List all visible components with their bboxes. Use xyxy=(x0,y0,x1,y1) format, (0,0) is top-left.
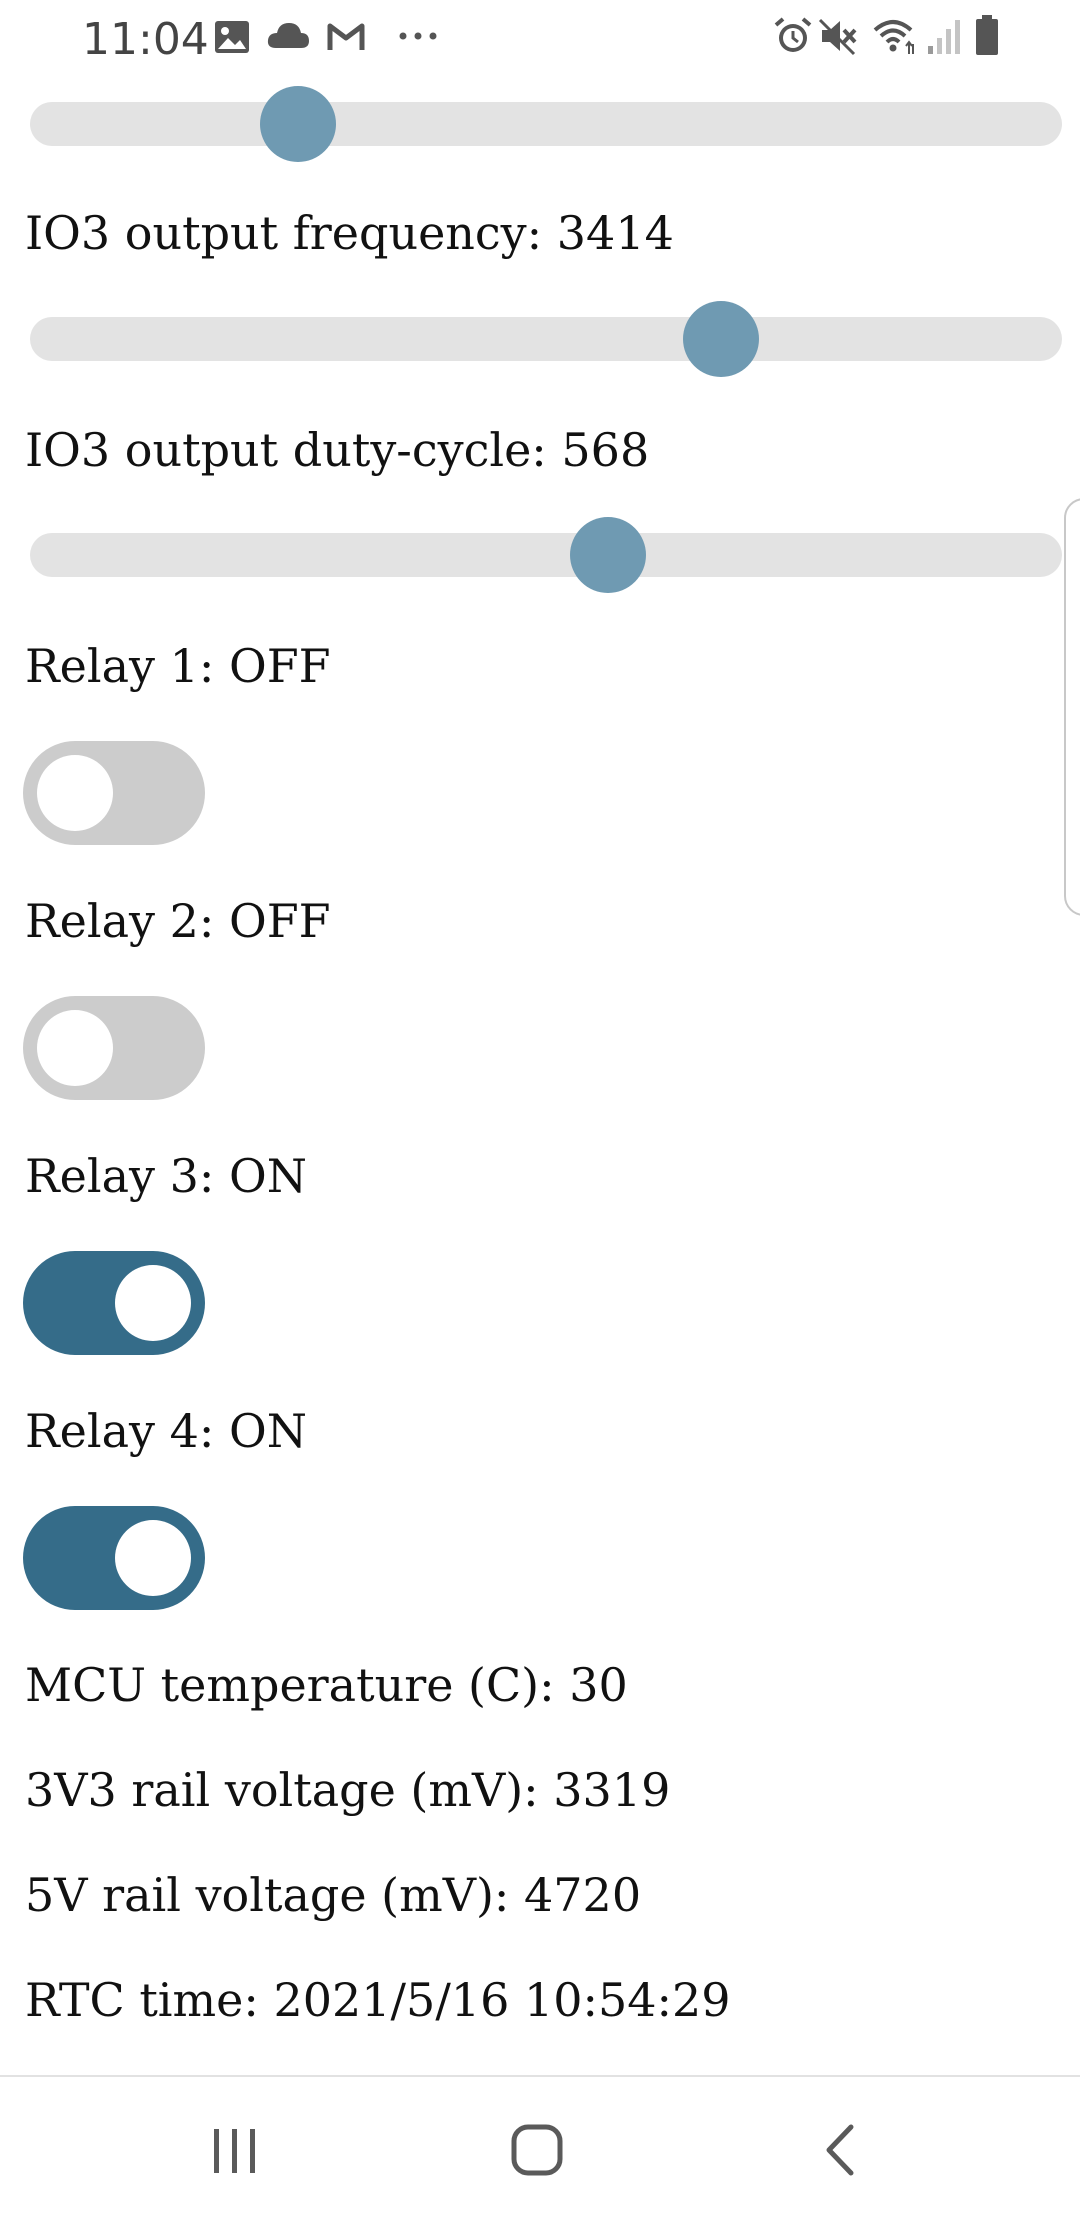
io3-frequency-slider[interactable] xyxy=(30,295,1062,377)
battery-icon xyxy=(976,15,998,55)
slider-thumb[interactable] xyxy=(570,517,646,593)
rtc-time-reading: RTC time: 2021/5/16 10:54:29 xyxy=(25,1973,731,2027)
rail-3v3-reading: 3V3 rail voltage (mV): 3319 xyxy=(25,1763,671,1817)
gmail-icon xyxy=(327,23,365,50)
more-dots-icon xyxy=(399,32,437,40)
toggle-knob xyxy=(115,1265,191,1341)
status-bar: 11:04 xyxy=(0,0,1080,80)
home-icon[interactable] xyxy=(492,2115,582,2185)
relay-3-toggle[interactable] xyxy=(23,1251,205,1355)
slider-track[interactable] xyxy=(30,533,1062,577)
cloud-icon xyxy=(267,23,309,48)
image-icon xyxy=(215,21,249,53)
relay-2-label: Relay 2: OFF xyxy=(25,894,331,948)
slider-top[interactable] xyxy=(30,80,1062,162)
toggle-knob xyxy=(115,1520,191,1596)
relay-4-toggle[interactable] xyxy=(23,1506,205,1610)
wifi-icon xyxy=(873,20,914,54)
relay-3-label: Relay 3: ON xyxy=(25,1149,307,1203)
io3-frequency-label: IO3 output frequency: 3414 xyxy=(25,206,674,260)
signal-icon xyxy=(928,20,960,54)
navigation-bar xyxy=(0,2075,1080,2222)
toggle-knob xyxy=(37,1010,113,1086)
io3-duty-cycle-label: IO3 output duty-cycle: 568 xyxy=(25,423,650,477)
relay-1-label: Relay 1: OFF xyxy=(25,639,331,693)
status-time: 11:04 xyxy=(82,14,209,65)
edge-panel-handle[interactable] xyxy=(1064,498,1080,916)
toggle-knob xyxy=(37,755,113,831)
relay-1-toggle[interactable] xyxy=(23,741,205,845)
mute-icon xyxy=(818,18,857,56)
relay-4-label: Relay 4: ON xyxy=(25,1404,307,1458)
slider-track[interactable] xyxy=(30,317,1062,361)
mcu-temperature-reading: MCU temperature (C): 30 xyxy=(25,1658,628,1712)
rail-5v-reading: 5V rail voltage (mV): 4720 xyxy=(25,1868,642,1922)
slider-thumb[interactable] xyxy=(683,301,759,377)
recent-apps-icon[interactable] xyxy=(190,2115,280,2185)
alarm-icon xyxy=(774,17,812,52)
device-control-page: IO3 output frequency: 3414 IO3 output du… xyxy=(0,80,1080,2075)
io3-duty-cycle-slider[interactable] xyxy=(30,511,1062,593)
slider-track[interactable] xyxy=(30,102,1062,146)
slider-thumb[interactable] xyxy=(260,86,336,162)
relay-2-toggle[interactable] xyxy=(23,996,205,1100)
back-icon[interactable] xyxy=(795,2115,885,2185)
